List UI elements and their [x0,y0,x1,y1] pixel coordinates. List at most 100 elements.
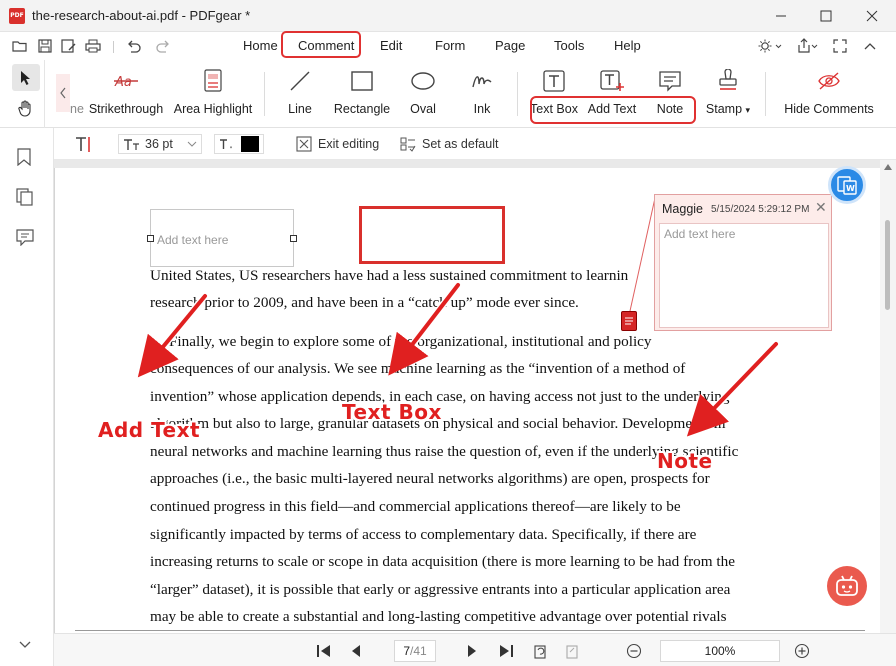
first-page-button[interactable] [316,641,332,661]
bookmark-panel-button[interactable] [16,148,32,169]
rotate-page-icon [534,645,546,659]
zoom-value: 100% [704,644,736,658]
exit-box-icon [296,136,312,152]
rotate-view-button[interactable] [532,641,548,661]
rectangle-icon [351,71,373,91]
previous-icon [352,645,360,657]
set-as-default-button[interactable]: Set as default [400,134,498,154]
text-tools-highlight [530,96,696,124]
close-icon [866,10,878,22]
chevron-down-icon [19,641,31,648]
default-settings-icon [400,137,416,152]
collapse-ribbon-button[interactable] [860,37,880,55]
svg-text:Aa: Aa [114,75,132,90]
strikethrough-tool[interactable]: Aa Strikethrough [88,60,164,128]
note-close-icon[interactable]: ✕ [815,199,827,216]
fullscreen-icon [833,39,847,53]
menu-home[interactable]: Home [243,38,278,53]
sidebar-expand-button[interactable] [18,638,32,653]
save-as-button[interactable] [59,37,79,55]
add-text-icon [600,70,624,91]
menu-form[interactable]: Form [435,38,465,53]
share-button[interactable] [795,37,821,55]
page-number-field[interactable]: 7/41 [394,640,436,662]
note-timestamp: 5/15/2024 5:29:12 PM [711,204,810,215]
area-highlight-label: Area Highlight [173,102,253,116]
next-icon [468,645,476,657]
menu-bar: Home Comment Edit Form Page Tools Help [0,32,896,60]
text-box-icon [543,70,565,92]
rectangle-label: Rectangle [333,102,391,116]
page-view-button[interactable] [564,641,580,661]
thumbnails-panel-button[interactable] [16,188,34,209]
note-placeholder: Add text here [664,227,736,241]
pdf-page[interactable]: Add text here United States, US research… [54,168,880,638]
exit-editing-button[interactable]: Exit editing [296,134,379,154]
open-folder-button[interactable] [10,37,30,55]
note-popup: Maggie 5/15/2024 5:29:12 PM ✕ Add text h… [654,194,832,331]
stamp-icon [719,69,737,90]
font-size-select[interactable]: 36 pt [118,134,202,154]
current-page: 7 [403,644,410,658]
save-button[interactable] [35,37,55,55]
stamp-tool[interactable]: Stamp ▾ [702,60,754,128]
font-size-icon [124,139,139,150]
page-layout-icon [566,645,578,659]
line-tool[interactable]: Line [280,60,320,128]
next-page-button[interactable] [466,641,478,661]
text-format-button[interactable] [74,134,94,154]
zoom-in-icon [794,643,810,659]
comments-panel-button[interactable] [16,228,34,249]
printer-icon [85,39,101,53]
note-text-input[interactable]: Add text here [659,223,829,328]
ai-assistant-button[interactable] [827,566,867,606]
add-text-callout: Add Text [98,418,201,442]
ink-tool[interactable]: Ink [462,60,502,128]
stamp-label: Stamp ▾ [705,102,751,116]
minimize-button[interactable] [758,0,804,32]
print-button[interactable] [83,37,103,55]
hand-tool[interactable] [12,95,40,122]
comment-icon [16,229,34,247]
zoom-level-field[interactable]: 100% [660,640,780,662]
menu-tools[interactable]: Tools [554,38,584,53]
text-color-icon [220,139,232,149]
line-label: Line [288,102,312,116]
ribbon-scroll-left[interactable] [56,74,70,112]
text-color-picker[interactable] [214,134,264,154]
redo-icon [156,40,169,53]
zoom-out-button[interactable] [626,641,642,661]
redo-button[interactable] [153,37,173,55]
hide-comments-button[interactable]: Hide Comments [784,60,874,128]
first-page-icon [317,645,330,657]
save-as-icon [61,39,76,53]
note-author: Maggie [662,202,703,216]
bookmark-icon [17,148,31,167]
close-window-button[interactable] [849,0,895,32]
area-highlight-tool[interactable]: Area Highlight [172,60,254,128]
select-tool[interactable] [12,64,40,91]
left-sidebar [0,128,54,666]
oval-tool[interactable]: Oval [403,60,443,128]
fullscreen-button[interactable] [830,37,850,55]
theme-button[interactable] [755,37,785,55]
svg-text:W: W [846,184,855,193]
menu-help[interactable]: Help [614,38,641,53]
folder-icon [12,41,27,52]
maximize-button[interactable] [803,0,849,32]
zoom-in-button[interactable] [794,641,810,661]
previous-page-button[interactable] [350,641,362,661]
font-size-value: 36 pt [145,137,173,151]
pdf-to-word-button[interactable]: W [828,166,866,204]
menu-edit[interactable]: Edit [380,38,402,53]
rectangle-tool[interactable]: Rectangle [332,60,392,128]
pages-icon [16,188,33,206]
undo-button[interactable] [124,37,144,55]
vertical-scrollbar[interactable] [880,160,896,633]
note-callout: Note [657,449,713,473]
menu-page[interactable]: Page [495,38,525,53]
note-marker-icon[interactable] [621,311,637,331]
cursor-icon [21,70,30,85]
scroll-thumb[interactable] [885,220,890,310]
last-page-button[interactable] [498,641,514,661]
